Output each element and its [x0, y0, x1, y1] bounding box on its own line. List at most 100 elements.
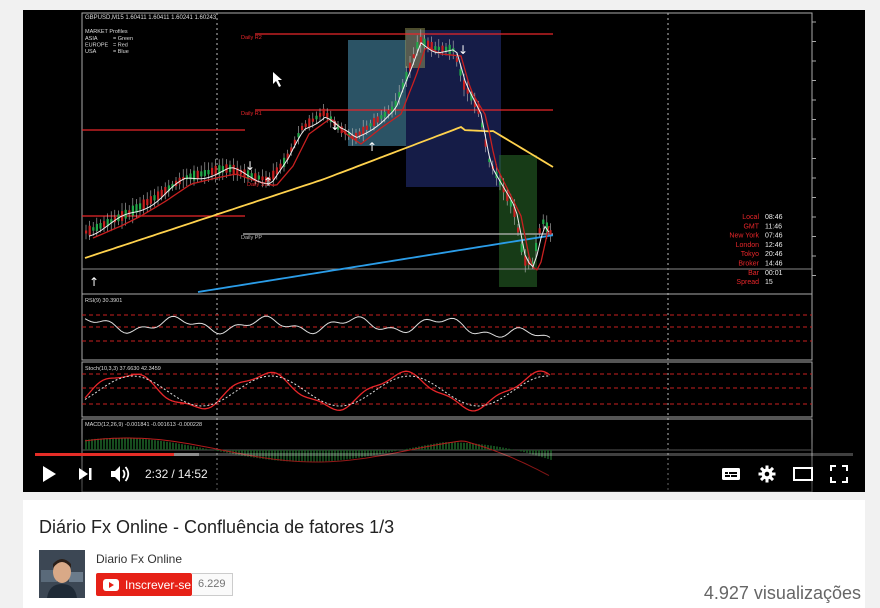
- progress-played: [35, 453, 175, 456]
- video-title: Diário Fx Online - Confluência de fatore…: [39, 517, 395, 537]
- candle-body: [207, 169, 210, 175]
- youtube-logo-icon: [103, 578, 119, 591]
- avatar-image: [39, 550, 85, 598]
- volume-button[interactable]: [107, 462, 135, 486]
- clock-label-7: Spread: [736, 279, 759, 286]
- candle-body: [383, 111, 386, 117]
- candle-body: [92, 227, 95, 231]
- candle-body: [142, 199, 145, 209]
- play-button[interactable]: [35, 462, 63, 486]
- profile-session-0: ASIA: [85, 36, 98, 42]
- candle-body: [412, 54, 415, 59]
- subscribe-button[interactable]: Inscrever-se: [96, 573, 192, 596]
- candle-body: [326, 113, 329, 118]
- daily-s1-label: Daily S1: [247, 182, 267, 188]
- svg-text:↓: ↓: [330, 119, 340, 133]
- stoch-panel: [81, 361, 813, 418]
- candle-body: [463, 80, 466, 90]
- candle-body: [85, 230, 88, 234]
- channel-avatar[interactable]: [39, 550, 85, 598]
- video-player[interactable]: ↓ ↑ ↓ ↑ ↓ ↑ GBPUSD,M15 1.60411 1.60411 1…: [23, 10, 865, 492]
- player-controls: 2:32 / 14:52: [35, 462, 853, 486]
- time-separator: /: [171, 467, 175, 481]
- channel-name[interactable]: Diario Fx Online: [96, 552, 182, 566]
- next-button[interactable]: [71, 462, 99, 486]
- settings-icon: [758, 465, 776, 483]
- candle-body: [535, 242, 538, 252]
- clock-value-0: 08:46: [765, 214, 783, 221]
- candle-body: [441, 45, 444, 53]
- clock-value-4: 20:46: [765, 251, 783, 258]
- theater-mode-icon: [793, 467, 813, 481]
- market-profiles-title: MARKET Profiles: [85, 29, 128, 35]
- candle-body: [311, 118, 314, 122]
- candle-body: [538, 228, 541, 234]
- rsi-label: RSI(9) 30.3901: [85, 298, 122, 304]
- candle-body: [520, 243, 523, 253]
- clock-value-7: 15: [765, 279, 773, 286]
- price-axis: [812, 21, 816, 276]
- clock-label-4: Tokyo: [741, 251, 759, 258]
- candle-body: [99, 223, 102, 229]
- current-time: 2:32: [145, 467, 169, 481]
- clock-label-5: Broker: [738, 261, 759, 268]
- candle-body: [211, 167, 214, 175]
- candle-body: [139, 203, 142, 210]
- candle-body: [88, 225, 91, 236]
- candle-body: [362, 126, 365, 135]
- candle-body: [542, 219, 545, 225]
- svg-text:↑: ↑: [89, 275, 99, 289]
- clock-label-6: Bar: [748, 270, 760, 277]
- candle-body: [149, 196, 152, 204]
- candle-body: [153, 195, 156, 201]
- clock-value-6: 00:01: [765, 270, 783, 277]
- svg-text:↓: ↓: [245, 159, 255, 173]
- candle-body: [160, 189, 163, 197]
- fullscreen-button[interactable]: [825, 462, 853, 486]
- candle-body: [387, 110, 390, 114]
- settings-button[interactable]: [753, 462, 781, 486]
- candle-body: [455, 57, 458, 62]
- clock-value-5: 14:46: [765, 261, 783, 268]
- candle-body: [517, 227, 520, 233]
- candle-body: [157, 191, 160, 200]
- candle-body: [365, 125, 368, 130]
- subscribe-label: Inscrever-se: [125, 577, 192, 592]
- svg-text:↑: ↑: [367, 140, 377, 154]
- candle-body: [380, 115, 383, 119]
- candle-body: [95, 223, 98, 231]
- candle-body: [434, 46, 437, 51]
- next-icon: [79, 468, 92, 480]
- video-info: Diário Fx Online - Confluência de fatore…: [23, 500, 865, 608]
- candle-body: [373, 117, 376, 127]
- candle-body: [203, 170, 206, 176]
- theater-mode-button[interactable]: [789, 462, 817, 486]
- clock-value-3: 12:46: [765, 242, 783, 249]
- candle-body: [376, 116, 379, 123]
- duration: 14:52: [177, 467, 208, 481]
- candle-body: [322, 108, 325, 116]
- clock-value-1: 11:46: [765, 223, 782, 230]
- candle-body: [459, 69, 462, 76]
- candle-body: [196, 170, 199, 179]
- candle-body: [200, 171, 203, 177]
- daily-pp-label: Daily PP: [241, 235, 262, 241]
- stoch-label: Stoch(10,3,3) 37.6630 42.3459: [85, 366, 161, 372]
- clock-label-0: Local: [742, 214, 759, 221]
- candle-body: [358, 131, 361, 136]
- candle-body: [315, 115, 318, 120]
- view-count: 4.927 visualizações: [703, 583, 861, 603]
- profile-session-1: EUROPE: [85, 43, 109, 49]
- candle-body: [369, 123, 372, 127]
- candle-body: [301, 125, 304, 131]
- candle-body: [308, 118, 311, 128]
- subtitles-button[interactable]: [717, 462, 745, 486]
- candle-body: [448, 44, 451, 55]
- profile-color-2: = Blue: [113, 49, 129, 55]
- candle-body: [254, 173, 257, 180]
- candle-body: [416, 42, 419, 49]
- profile-session-2: USA: [85, 49, 97, 55]
- trading-chart: ↓ ↑ ↓ ↑ ↓ ↑ GBPUSD,M15 1.60411 1.60411 1…: [81, 12, 816, 492]
- candle-body: [257, 175, 260, 180]
- progress-bar[interactable]: [35, 453, 853, 456]
